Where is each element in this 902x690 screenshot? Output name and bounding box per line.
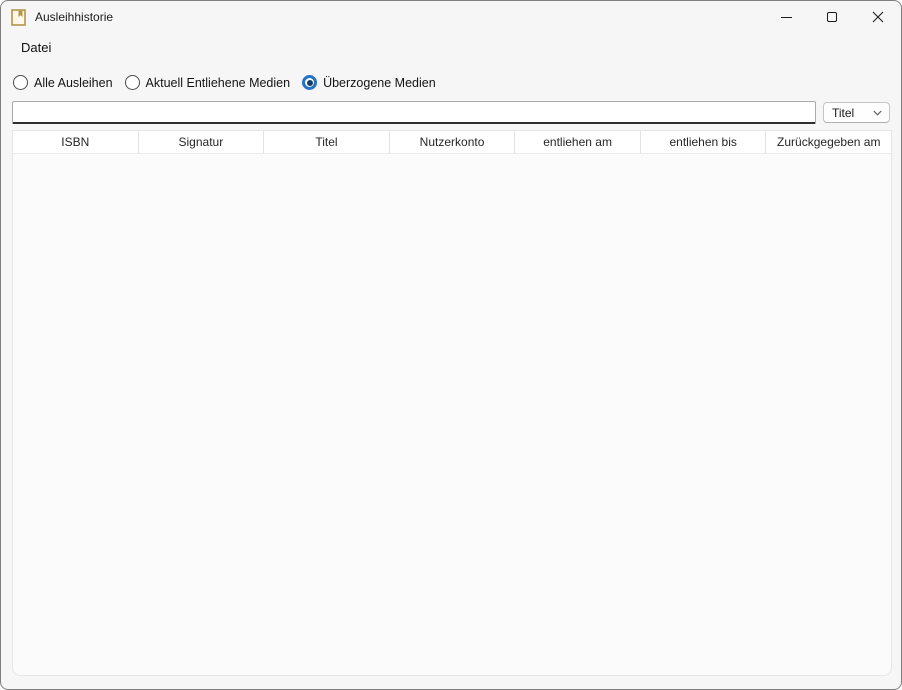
minimize-icon — [781, 17, 792, 18]
filter-radio-group: Alle Ausleihen Aktuell Entliehene Medien… — [13, 75, 436, 90]
radio-icon — [13, 75, 28, 90]
column-header-isbn[interactable]: ISBN — [13, 131, 139, 153]
column-header-zurueckgegeben-am[interactable]: Zurückgegeben am — [766, 131, 891, 153]
close-icon — [872, 11, 884, 23]
radio-icon — [302, 75, 317, 90]
title-bar: Ausleihhistorie — [1, 1, 901, 33]
search-field-selected-value: Titel — [832, 106, 854, 120]
maximize-button[interactable] — [809, 1, 855, 33]
menu-item-datei[interactable]: Datei — [19, 38, 53, 57]
loan-table: ISBN Signatur Titel Nutzerkonto entliehe… — [12, 130, 892, 676]
window: Ausleihhistorie Datei Alle Ausleihen — [0, 0, 902, 690]
app-book-icon — [11, 9, 26, 26]
radio-label: Aktuell Entliehene Medien — [146, 76, 291, 90]
radio-alle-ausleihen[interactable]: Alle Ausleihen — [13, 75, 113, 90]
column-header-nutzerkonto[interactable]: Nutzerkonto — [390, 131, 516, 153]
chevron-down-icon — [873, 110, 882, 116]
radio-label: Alle Ausleihen — [34, 76, 113, 90]
search-input[interactable] — [12, 101, 816, 124]
menu-bar: Datei — [1, 33, 901, 61]
maximize-icon — [827, 12, 837, 22]
radio-label: Überzogene Medien — [323, 76, 436, 90]
radio-aktuell-entliehene-medien[interactable]: Aktuell Entliehene Medien — [125, 75, 291, 90]
column-header-entliehen-bis[interactable]: entliehen bis — [641, 131, 767, 153]
column-header-entliehen-am[interactable]: entliehen am — [515, 131, 641, 153]
table-header-row: ISBN Signatur Titel Nutzerkonto entliehe… — [13, 131, 891, 154]
table-body-empty — [13, 154, 891, 675]
radio-icon — [125, 75, 140, 90]
column-header-signatur[interactable]: Signatur — [139, 131, 265, 153]
search-field-select[interactable]: Titel — [823, 102, 890, 123]
window-title: Ausleihhistorie — [35, 10, 113, 24]
column-header-titel[interactable]: Titel — [264, 131, 390, 153]
close-button[interactable] — [855, 1, 901, 33]
window-controls — [763, 1, 901, 33]
minimize-button[interactable] — [763, 1, 809, 33]
radio-ueberzogene-medien[interactable]: Überzogene Medien — [302, 75, 436, 90]
